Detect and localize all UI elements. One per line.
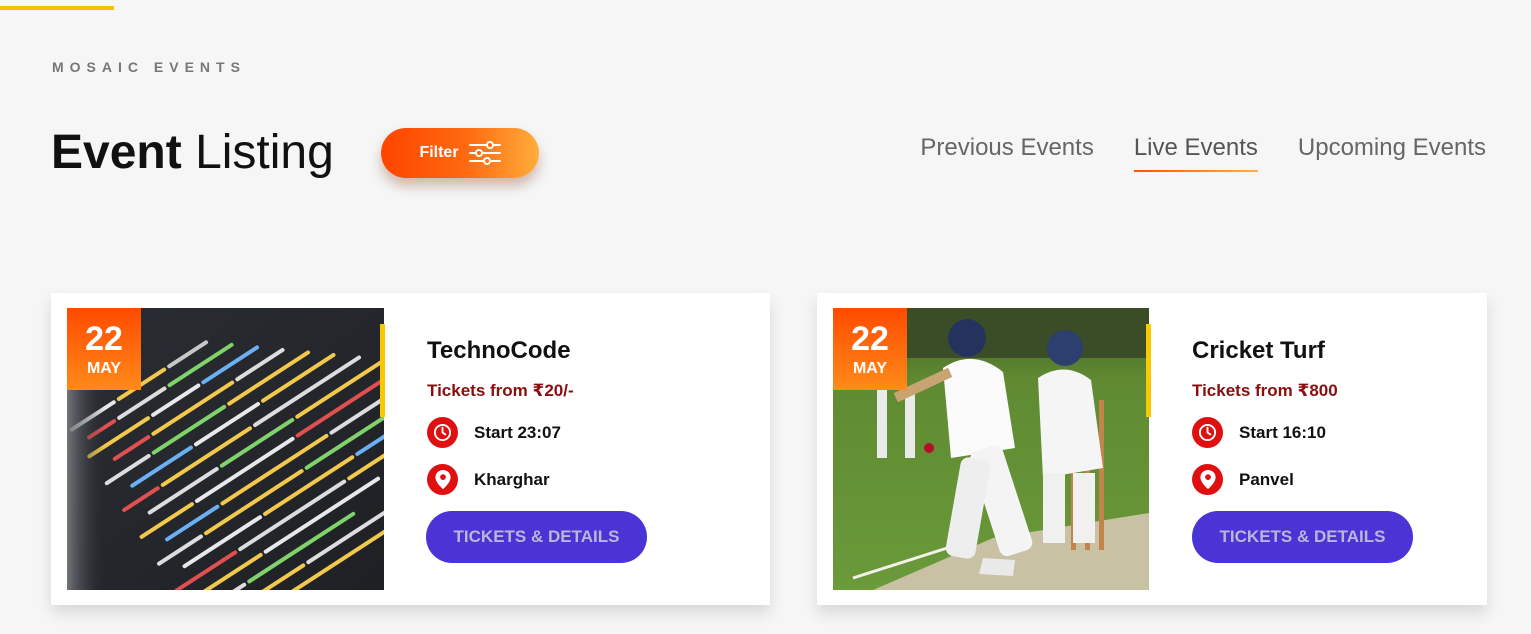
page-title-light: Listing — [195, 126, 334, 179]
event-image-cricket: 22 MAY — [833, 308, 1150, 590]
tab-previous-events[interactable]: Previous Events — [920, 134, 1093, 170]
event-time-text: Start 23:07 — [474, 422, 561, 442]
date-month: MAY — [852, 360, 888, 377]
event-title: Cricket Turf — [1192, 337, 1325, 364]
section-eyebrow: MOSAIC EVENTS — [52, 59, 246, 75]
tab-upcoming-events[interactable]: Upcoming Events — [1298, 134, 1486, 170]
clock-icon — [427, 417, 458, 448]
event-location: Panvel — [1192, 464, 1294, 495]
map-pin-icon — [427, 464, 458, 495]
event-time-text: Start 16:10 — [1239, 422, 1326, 442]
top-accent-line — [0, 6, 114, 10]
filter-button[interactable]: Filter — [381, 128, 539, 178]
event-card: 22 MAY Cricket Turf Tickets from ₹800 St… — [817, 293, 1487, 605]
filter-button-label: Filter — [419, 144, 459, 161]
clock-icon — [1192, 417, 1223, 448]
sliders-icon — [468, 141, 501, 165]
date-month: MAY — [86, 360, 122, 377]
event-time: Start 16:10 — [1192, 417, 1326, 448]
event-title: TechnoCode — [427, 337, 571, 364]
accent-bar — [380, 324, 385, 417]
page-title: Event Listing — [51, 124, 334, 182]
event-image-code: 22 MAY — [67, 308, 384, 590]
event-price: Tickets from ₹20/- — [427, 381, 574, 400]
tickets-details-button[interactable]: TICKETS & DETAILS — [426, 511, 647, 563]
event-tabs: Previous Events Live Events Upcoming Eve… — [920, 134, 1486, 172]
tab-live-events[interactable]: Live Events — [1133, 134, 1258, 172]
event-location-text: Panvel — [1239, 469, 1294, 489]
event-location: Kharghar — [427, 464, 550, 495]
event-card: 22 MAY TechnoCode Tickets from ₹20/- Sta… — [51, 293, 770, 605]
tickets-details-button[interactable]: TICKETS & DETAILS — [1192, 511, 1413, 563]
event-price: Tickets from ₹800 — [1192, 381, 1338, 400]
date-day: 22 — [851, 320, 889, 358]
event-time: Start 23:07 — [427, 417, 561, 448]
page-title-bold: Event — [51, 126, 182, 179]
accent-bar — [1146, 324, 1151, 417]
map-pin-icon — [1192, 464, 1223, 495]
date-day: 22 — [85, 320, 123, 358]
date-badge: 22 MAY — [67, 308, 141, 390]
date-badge: 22 MAY — [833, 308, 907, 390]
event-location-text: Kharghar — [474, 469, 550, 489]
